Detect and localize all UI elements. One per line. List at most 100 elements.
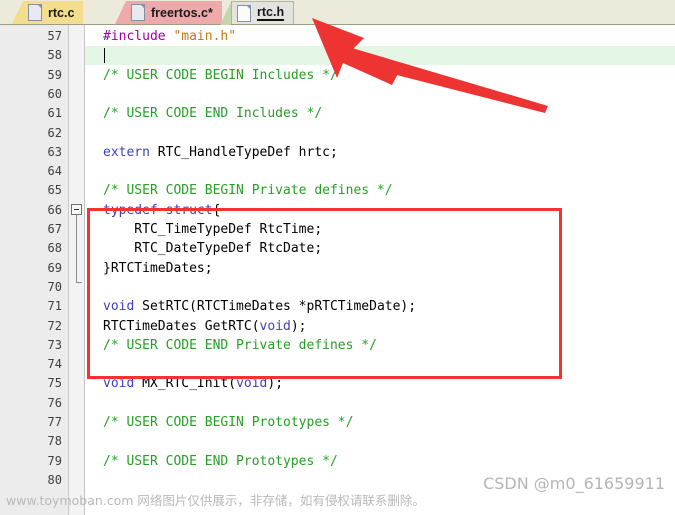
code-line[interactable]: 66 typedef struct{ [0,201,675,220]
code-text: RTCTimeDates GetRTC(void); [103,317,307,336]
code-line[interactable]: 79 /* USER CODE END Prototypes */ [0,452,675,471]
code-text: #include "main.h" [103,27,236,46]
line-number: 65 [47,183,62,198]
code-token: RTC_DateTypeDef RtcDate; [103,241,323,257]
tab-left-slant [12,1,23,24]
line-number: 72 [47,318,62,333]
code-token: void [103,376,135,392]
author-watermark: CSDN @m0_61659911 [483,474,665,493]
file-icon [131,4,145,21]
code-text: RTC_DateTypeDef RtcDate; [103,239,322,258]
code-text: /* USER CODE BEGIN Private defines */ [103,181,393,200]
code-line[interactable]: 67 RTC_TimeTypeDef RtcTime; [0,220,675,239]
code-token: /* USER CODE BEGIN Prototypes */ [103,415,354,430]
line-number: 78 [47,434,62,449]
tab-label: rtc.c [48,5,75,20]
code-token: }RTCTimeDates; [103,260,213,276]
code-line[interactable]: 72 RTCTimeDates GetRTC(void); [0,317,675,336]
code-line[interactable]: 57 #include "main.h" [0,27,675,46]
line-number: 64 [47,164,62,179]
fold-range-end [76,281,82,283]
code-token: /* USER CODE END Includes */ [103,106,323,122]
code-token: ); [267,376,284,392]
line-number: 80 [47,472,62,487]
code-line[interactable]: 69 }RTCTimeDates; [0,259,675,278]
line-number: 77 [47,415,62,429]
code-token: /* USER CODE BEGIN Private defines */ [103,183,393,199]
line-number: 76 [47,395,62,410]
code-line[interactable]: 58 [0,46,675,65]
line-number: 69 [47,260,62,275]
tab-rtc-h[interactable]: rtc.h [220,1,295,25]
line-number: 61 [47,106,62,121]
file-icon [28,4,42,21]
code-token: MX_RTC_Init( [134,376,237,392]
code-line[interactable]: 60 [0,85,675,104]
line-number: 79 [47,453,62,468]
code-text: }RTCTimeDates; [103,259,213,278]
code-token: #include [103,29,174,44]
code-token: /* USER CODE BEGIN Includes */ [103,67,338,83]
tab-label: freertos.c* [151,5,213,20]
code-token: "main.h" [173,29,237,44]
code-text: /* USER CODE BEGIN Includes */ [103,66,338,85]
line-number: 63 [47,144,62,159]
code-token: void [236,376,268,392]
code-text: /* USER CODE END Includes */ [103,104,322,123]
code-token: void [259,318,291,334]
code-text: RTC_TimeTypeDef RtcTime; [103,220,322,239]
site-watermark: www.toymoban.com 网络图片仅供展示，非存储，如有侵权请联系删除。 [6,493,425,508]
code-line[interactable]: 61 /* USER CODE END Includes */ [0,104,675,123]
code-text: /* USER CODE BEGIN Prototypes */ [103,413,353,432]
tab-freertos-c[interactable]: freertos.c* [115,1,222,24]
line-number: 57 [47,29,62,43]
line-number: 75 [47,376,62,391]
code-line[interactable]: 74 [0,355,675,374]
code-line[interactable]: 63 extern RTC_HandleTypeDef hrtc; [0,143,675,162]
fold-collapse-icon[interactable] [71,203,82,215]
code-line[interactable]: 65 /* USER CODE BEGIN Private defines */ [0,181,675,200]
code-line[interactable]: 76 [0,394,675,413]
code-token: RTC_HandleTypeDef hrtc; [149,144,338,160]
line-number: 66 [47,202,62,217]
tab-bar-background [0,0,675,24]
code-text: void SetRTC(RTCTimeDates *pRTCTimeDate); [103,297,416,316]
code-line[interactable]: 71 void SetRTC(RTCTimeDates *pRTCTimeDate… [0,297,675,316]
line-number: 71 [47,299,62,314]
line-number: 68 [47,241,62,256]
code-line[interactable]: 73 /* USER CODE END Private defines */ [0,336,675,355]
code-token: extern [103,144,150,160]
tab-left-slant [115,1,126,24]
code-text: void MX_RTC_Init(void); [103,374,283,393]
code-line[interactable]: 64 [0,162,675,181]
line-number: 74 [47,357,62,372]
code-text: typedef struct{ [103,201,220,220]
line-number: 62 [47,125,62,140]
code-token: /* USER CODE END Private defines */ [103,337,377,353]
fold-range-line [76,214,77,282]
editor-pane[interactable]: 57 #include "main.h" 58 59 /* USER CODE BEGI… [0,25,675,515]
tab-label: rtc.h [257,5,285,21]
line-number: 60 [47,86,62,101]
code-line[interactable]: 78 [0,432,675,451]
code-token: ); [290,318,307,334]
code-text: extern RTC_HandleTypeDef hrtc; [103,143,338,162]
code-line[interactable]: 62 [0,124,675,143]
tab-rtc-c[interactable]: rtc.c [12,1,84,24]
editor-tab-bar: rtc.c freertos.c* rtc.h [0,0,675,25]
code-line[interactable]: 59 /* USER CODE BEGIN Includes */ [0,66,675,85]
code-token: SetRTC(RTCTimeDates *pRTCTimeDate); [134,299,417,315]
line-number: 58 [47,48,62,63]
code-line[interactable]: 68 RTC_DateTypeDef RtcDate; [0,239,675,258]
code-text: /* USER CODE END Prototypes */ [103,452,338,471]
tab-left-slant [220,2,231,25]
code-token: /* USER CODE END Prototypes */ [103,453,338,469]
code-token: typedef struct [103,202,213,218]
code-editor-window: rtc.c freertos.c* rtc.h 57 #include "main… [0,0,675,515]
file-icon [237,4,251,22]
code-line[interactable]: 77 /* USER CODE BEGIN Prototypes */ [0,413,675,432]
code-token: void [103,299,135,315]
code-token: RTC_TimeTypeDef RtcTime; [103,222,323,237]
code-line[interactable]: 75 void MX_RTC_Init(void); [0,374,675,393]
code-line[interactable]: 70 [0,278,675,297]
